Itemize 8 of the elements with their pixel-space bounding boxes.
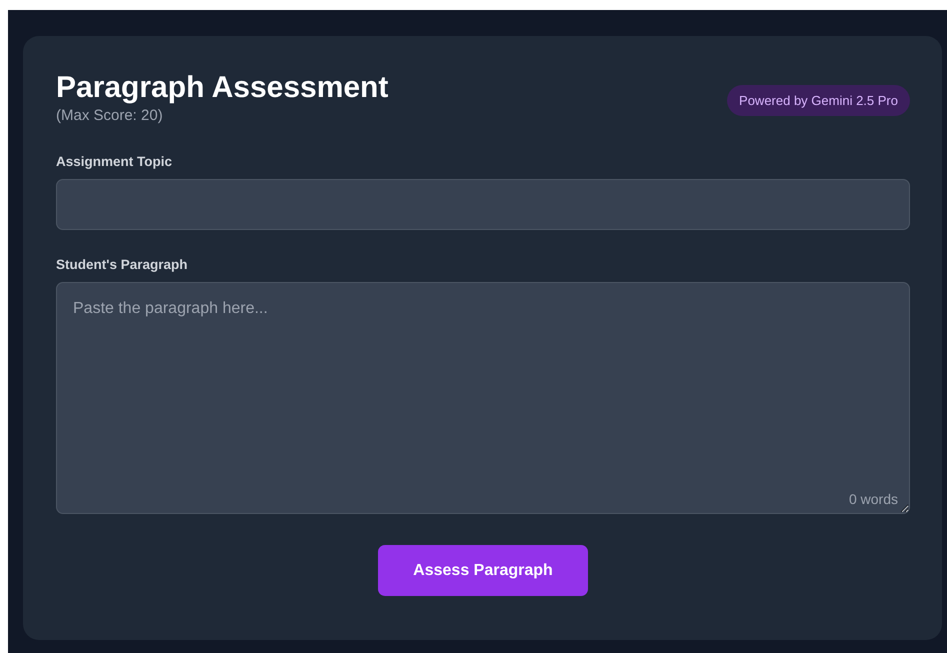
field-label: Assignment Topic [56,154,174,169]
max-score-text: (Max Score: 20) [56,107,164,124]
field-label: Student's Paragraph [56,257,188,272]
topic-field[interactable] [56,179,910,230]
assess-button[interactable]: Assess Paragraph [378,545,588,596]
word-count: 0 words [848,491,898,507]
page-title: Paragraph Assessment [56,70,388,106]
powered-by-badge: Powered by Gemini 2.5 Pro [727,85,910,116]
